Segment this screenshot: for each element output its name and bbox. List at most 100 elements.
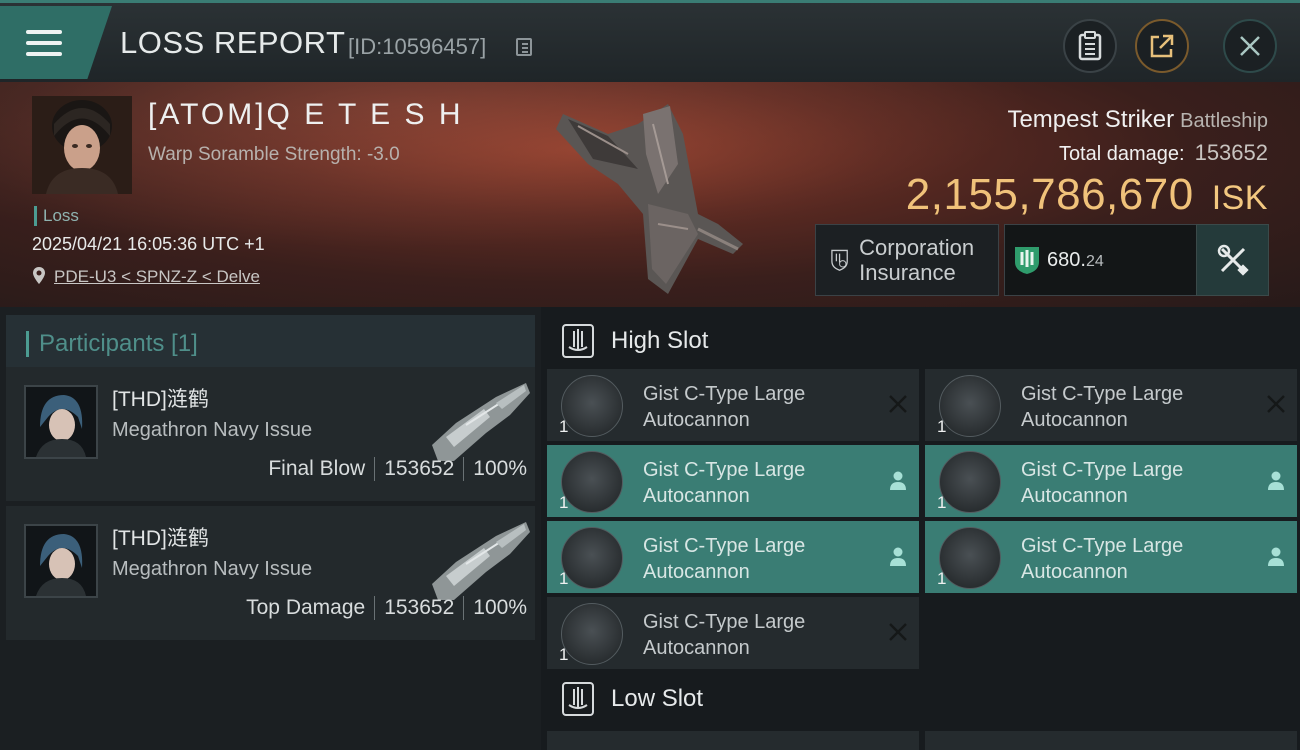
participant-ship: Megathron Navy Issue	[112, 419, 313, 441]
module-slot[interactable]: 1 Gist C-Type Large Autocannon	[547, 369, 919, 441]
module-slot[interactable]: 1 Gist C-Type Large Autocannon	[925, 369, 1297, 441]
participant-avatar	[24, 524, 98, 598]
divider	[374, 457, 376, 481]
plex-value: 680.24	[1004, 224, 1198, 296]
participant-row[interactable]: [THD]涟鹤 Megathron Navy Issue Top Damage 1…	[6, 506, 535, 640]
participant-row[interactable]: [THD]涟鹤 Megathron Navy Issue Final Blow 1…	[6, 367, 535, 501]
autocannon-icon	[939, 451, 1001, 513]
plex-frac: 24	[1085, 252, 1104, 270]
participant-name: [THD]涟鹤	[112, 527, 209, 550]
module-slot[interactable]: 1 Gist C-Type Large Autocannon	[547, 521, 919, 593]
participants-header[interactable]: Participants [1]	[6, 315, 535, 373]
module-name: Gist C-Type Large Autocannon	[1021, 459, 1184, 507]
victim-name[interactable]: [ATOM]Q E T E S H	[148, 98, 464, 132]
total-damage-value: 153652	[1194, 140, 1268, 165]
ship-name[interactable]: Tempest Striker Battleship	[1007, 106, 1268, 134]
module-slot[interactable]: 1 Gist C-Type Large Autocannon	[925, 521, 1297, 593]
divider	[463, 596, 465, 620]
destroyed-icon	[1267, 395, 1285, 413]
module-qty: 1	[559, 493, 569, 512]
module-slot[interactable]: 1 Gist C-Type Large Autocannon	[925, 445, 1297, 517]
page-title: LOSS REPORT	[120, 25, 346, 60]
high-slot-label: High Slot	[611, 327, 709, 354]
participant-ship-image	[432, 383, 530, 461]
module-slot[interactable]: 1 Gist C-Type Large Autocannon	[547, 445, 919, 517]
participant-ship: Megathron Navy Issue	[112, 558, 313, 580]
close-icon	[1240, 36, 1260, 56]
participant-percent: 100%	[473, 596, 527, 619]
participant-avatar	[24, 385, 98, 459]
module-slot-partial[interactable]	[547, 731, 919, 750]
module-name: Gist C-Type Large Autocannon	[643, 459, 806, 507]
module-qty: 1	[937, 493, 947, 512]
autocannon-icon	[561, 375, 623, 437]
total-damage: Total damage: 153652	[1059, 140, 1268, 166]
participant-role: Top Damage	[246, 596, 366, 619]
module-name: Gist C-Type Large Autocannon	[1021, 535, 1184, 583]
share-icon	[1150, 34, 1174, 58]
module-slot[interactable]: 1 Gist C-Type Large Autocannon	[547, 597, 919, 669]
high-slot-header: High Slot	[547, 311, 1300, 371]
plex-amount: 680.24	[1047, 249, 1104, 272]
total-damage-label: Total damage:	[1058, 143, 1185, 165]
menu-button[interactable]	[0, 6, 112, 79]
module-name: Gist C-Type Large Autocannon	[643, 535, 806, 583]
loss-datetime: 2025/04/21 16:05:36 UTC +1	[32, 234, 265, 254]
participant-role: Final Blow	[268, 457, 366, 480]
module-qty: 1	[937, 569, 947, 588]
ship-name-text: Tempest Striker	[1007, 106, 1175, 133]
module-name: Gist C-Type Large Autocannon	[1021, 383, 1184, 431]
warp-scramble-strength: Warp Soramble Strength: -3.0	[148, 144, 400, 165]
dropped-icon	[890, 547, 906, 566]
participant-damage: 153652	[384, 457, 455, 480]
participant-damage: 153652	[384, 596, 455, 619]
module-name: Gist C-Type Large Autocannon	[643, 611, 806, 659]
ship-class: Battleship	[1180, 110, 1268, 132]
hamburger-icon	[26, 29, 62, 56]
copy-icon[interactable]	[516, 38, 532, 56]
module-qty: 1	[937, 417, 947, 436]
insurance-icon	[831, 249, 848, 271]
participant-stats: Top Damage 153652 100%	[246, 596, 527, 620]
module-slot-partial[interactable]	[925, 731, 1297, 750]
isk-amount: 2,155,786,670	[905, 170, 1194, 219]
high-slot-icon	[562, 324, 594, 358]
fitting-button[interactable]	[1196, 224, 1269, 296]
fitting-panel: High Slot 1 Gist C-Type Large Autocannon…	[541, 307, 1300, 750]
module-qty: 1	[559, 417, 569, 436]
victim-avatar[interactable]	[32, 96, 132, 194]
divider	[463, 457, 465, 481]
participant-stats: Final Blow 153652 100%	[268, 457, 527, 481]
destroyed-icon	[889, 395, 907, 413]
autocannon-icon	[561, 451, 623, 513]
location-link[interactable]: PDE-U3 < SPNZ-Z < Delve	[54, 267, 260, 287]
corporation-insurance[interactable]: Corporation Insurance	[815, 224, 999, 296]
plex-main: 680.	[1047, 248, 1086, 271]
module-name: Gist C-Type Large Autocannon	[643, 383, 806, 431]
low-slot-icon	[562, 682, 594, 716]
dropped-icon	[890, 471, 906, 490]
clipboard-icon	[1078, 31, 1102, 61]
loss-report-screen: LOSS REPORT [ID:10596457] [ATOM]Q E T E …	[0, 0, 1300, 750]
share-button[interactable]	[1135, 19, 1189, 73]
tools-icon	[1217, 244, 1249, 276]
loss-tag: Loss	[34, 206, 79, 226]
autocannon-icon	[939, 527, 1001, 589]
report-id: [ID:10596457]	[348, 34, 487, 59]
victim-ship-image[interactable]	[548, 94, 758, 299]
participant-ship-image	[432, 522, 530, 600]
autocannon-icon	[939, 375, 1001, 437]
victim-banner: [ATOM]Q E T E S H Warp Soramble Strength…	[0, 82, 1300, 307]
location-pin-icon	[33, 267, 45, 284]
clipboard-button[interactable]	[1063, 19, 1117, 73]
dropped-icon	[1268, 547, 1284, 566]
module-qty: 1	[559, 645, 569, 664]
destroyed-icon	[889, 623, 907, 641]
isk-value: 2,155,786,670 ISK	[906, 170, 1268, 220]
header-accent-bar	[26, 331, 29, 357]
divider	[374, 596, 376, 620]
close-button[interactable]	[1223, 19, 1277, 73]
participants-title: Participants [1]	[39, 330, 198, 357]
module-qty: 1	[559, 569, 569, 588]
isk-unit: ISK	[1211, 179, 1268, 217]
